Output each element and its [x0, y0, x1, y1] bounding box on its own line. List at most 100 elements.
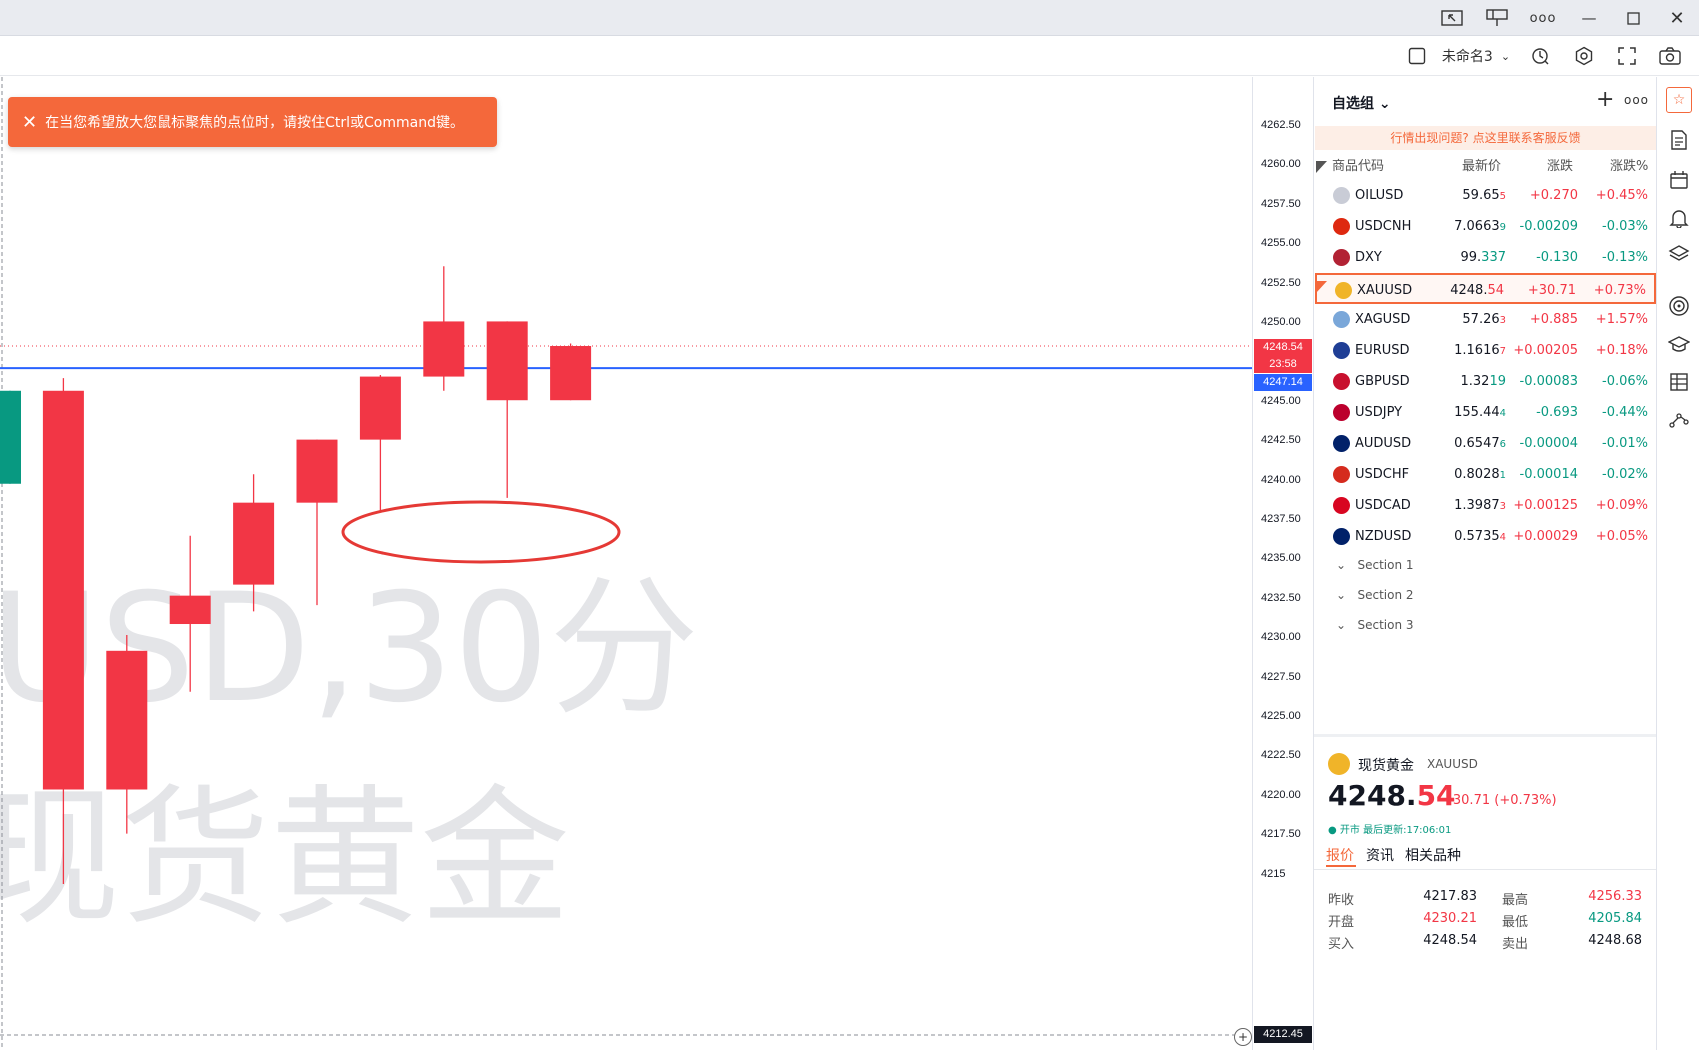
- row-last-main: 0.5735: [1454, 529, 1500, 544]
- row-symbol: USDCHF: [1355, 467, 1410, 482]
- layout-name-dropdown[interactable]: 未命名3 ⌄: [1440, 44, 1512, 68]
- alert-clock-icon[interactable]: [1527, 44, 1553, 68]
- settings-gear-icon[interactable]: [1571, 44, 1597, 68]
- symbol-flag-icon: [1333, 528, 1350, 545]
- row-last-tail: 4: [1499, 532, 1506, 543]
- watchlist-star-icon[interactable]: ☆: [1666, 87, 1692, 113]
- minimize-icon[interactable]: —: [1574, 6, 1604, 30]
- crosshair-price-label: 4212.45: [1254, 1026, 1312, 1043]
- watchlist-row[interactable]: NZDUSD 0.57354 +0.00029 +0.05%: [1315, 521, 1656, 552]
- row-change-pct: +0.45%: [1595, 188, 1648, 203]
- row-symbol: AUDUSD: [1355, 436, 1412, 451]
- price-tick-label: 4245.00: [1261, 394, 1301, 407]
- add-symbol-icon[interactable]: +: [1596, 87, 1614, 112]
- tab-quote[interactable]: 报价: [1326, 845, 1354, 865]
- row-symbol: USDCAD: [1355, 498, 1411, 513]
- layers-icon[interactable]: [1666, 241, 1692, 267]
- stat-label-ask: 卖出: [1502, 937, 1529, 952]
- price-tick-label: 4255.00: [1261, 237, 1301, 250]
- chart-canvas[interactable]: USD,30分 现货黄金: [0, 77, 1252, 1050]
- tab-news[interactable]: 资讯: [1366, 845, 1394, 865]
- watchlist-title-dropdown[interactable]: 自选组 ⌄: [1332, 93, 1391, 113]
- watchlist-row[interactable]: OILUSD 59.655 +0.270 +0.45%: [1315, 180, 1656, 211]
- row-last: 1.39873: [1454, 490, 1506, 522]
- watchlist-row[interactable]: XAUUSD 4248.54 +30.71 +0.73%: [1315, 273, 1656, 304]
- last-price-label: 4248.54: [1254, 339, 1312, 356]
- watchlist-row[interactable]: XAGUSD 57.263 +0.885 +1.57%: [1315, 304, 1656, 335]
- section-1[interactable]: ⌄ Section 1: [1336, 558, 1414, 572]
- row-last-tail: 7: [1499, 346, 1506, 357]
- price-tick-label: 4230.00: [1261, 631, 1301, 644]
- stat-label-high: 最高: [1502, 893, 1529, 908]
- detail-name: 现货黄金: [1358, 758, 1414, 774]
- price-tick-label: 4260.00: [1261, 158, 1301, 171]
- table-icon[interactable]: [1666, 369, 1692, 395]
- close-icon[interactable]: ✕: [1662, 6, 1692, 30]
- close-toast-icon[interactable]: ✕: [22, 112, 37, 133]
- symbol-flag-icon: [1333, 342, 1350, 359]
- col-symbol[interactable]: 商品代码: [1332, 155, 1384, 179]
- crosshair-plus-icon[interactable]: +: [1234, 1028, 1252, 1046]
- row-last-tail: 1: [1499, 470, 1506, 481]
- row-last: 7.06639: [1454, 211, 1506, 243]
- tab-related[interactable]: 相关品种: [1405, 845, 1461, 865]
- row-change: +0.00205: [1513, 343, 1578, 358]
- layout-square-icon[interactable]: [1405, 44, 1429, 68]
- watchlist-row[interactable]: USDCAD 1.39873 +0.00125 +0.09%: [1315, 490, 1656, 521]
- symbol-flag-icon: [1333, 311, 1350, 328]
- watchlist-row[interactable]: GBPUSD 1.3219 -0.00083 -0.06%: [1315, 366, 1656, 397]
- col-change[interactable]: 涨跌: [1547, 155, 1573, 179]
- bell-icon[interactable]: [1666, 205, 1692, 231]
- row-change: -0.00209: [1519, 219, 1578, 234]
- split-icon[interactable]: [1482, 6, 1512, 30]
- watchlist-row[interactable]: AUDUSD 0.65476 -0.00004 -0.01%: [1315, 428, 1656, 459]
- strategy-icon[interactable]: [1666, 407, 1692, 433]
- news-doc-icon[interactable]: [1666, 127, 1692, 153]
- fullscreen-icon[interactable]: [1614, 44, 1640, 68]
- col-change-pct[interactable]: 涨跌%: [1610, 155, 1648, 179]
- price-axis[interactable]: 4262.50 4260.00 4257.50 4255.00 4252.50 4250.…: [1252, 77, 1312, 1050]
- candle-body: [42, 390, 84, 790]
- row-last-main: 4248.: [1450, 283, 1488, 298]
- countdown-label: 23:58: [1254, 356, 1312, 373]
- row-last-tail: 337: [1481, 250, 1506, 265]
- section-3[interactable]: ⌄ Section 3: [1336, 618, 1414, 632]
- price-tick-label: 4250.00: [1261, 316, 1301, 328]
- camera-icon[interactable]: [1657, 44, 1683, 68]
- price-tick-label: 4240.00: [1261, 473, 1301, 486]
- candle-body: [0, 390, 21, 484]
- section-2[interactable]: ⌄ Section 2: [1336, 588, 1414, 602]
- more-icon[interactable]: ooo: [1528, 6, 1558, 30]
- price-tick-label: 4222.50: [1261, 749, 1301, 762]
- shrink-icon[interactable]: [1437, 6, 1467, 30]
- watchlist-row[interactable]: USDCHF 0.80281 -0.00014 -0.02%: [1315, 459, 1656, 490]
- calendar-icon[interactable]: [1666, 167, 1692, 193]
- watchlist-row[interactable]: EURUSD 1.16167 +0.00205 +0.18%: [1315, 335, 1656, 366]
- symbol-flag-icon: [1335, 282, 1352, 299]
- row-symbol: OILUSD: [1355, 188, 1404, 203]
- candle-body: [233, 502, 275, 585]
- col-last[interactable]: 最新价: [1462, 155, 1501, 179]
- price-tick-label: 4232.50: [1261, 591, 1301, 604]
- feedback-notice-link[interactable]: 行情出现问题? 点这里联系客服反馈: [1315, 126, 1656, 150]
- row-change: +0.885: [1529, 312, 1578, 327]
- price-tick-label: 4220.00: [1261, 788, 1301, 801]
- symbol-flag-icon: [1333, 466, 1350, 483]
- maximize-icon[interactable]: [1618, 6, 1648, 30]
- watchlist-row[interactable]: USDJPY 155.444 -0.693 -0.44%: [1315, 397, 1656, 428]
- section-1-label: Section 1: [1357, 558, 1414, 572]
- target-icon[interactable]: [1666, 293, 1692, 319]
- watchlist-more-icon[interactable]: ooo: [1624, 93, 1649, 107]
- watchlist-row[interactable]: USDCNH 7.06639 -0.00209 -0.03%: [1315, 211, 1656, 242]
- education-cap-icon[interactable]: [1666, 331, 1692, 357]
- row-last: 4248.54: [1450, 275, 1504, 306]
- watchlist-row[interactable]: DXY 99.337 -0.130 -0.13%: [1315, 242, 1656, 273]
- row-last-main: 7.0663: [1454, 219, 1500, 234]
- candle-body: [423, 321, 465, 377]
- row-last: 0.57354: [1454, 521, 1506, 553]
- row-last: 1.16167: [1454, 335, 1506, 367]
- row-last-main: 0.8028: [1454, 467, 1500, 482]
- detail-change: +30.71 (+0.73%): [1442, 793, 1557, 808]
- candle-body: [359, 376, 401, 440]
- flag-column-icon[interactable]: [1316, 161, 1327, 173]
